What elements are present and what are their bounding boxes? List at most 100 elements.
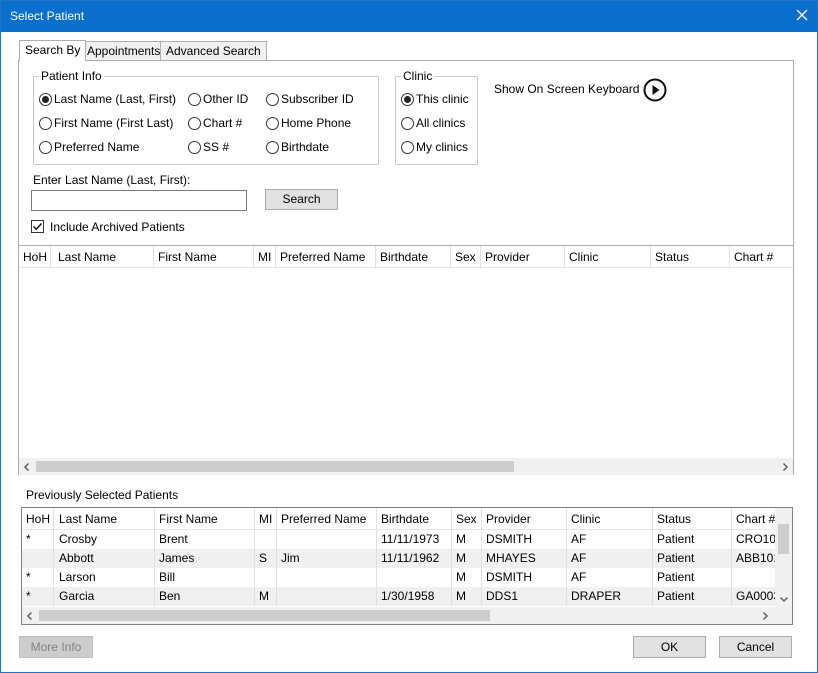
- scroll-thumb[interactable]: [39, 610, 490, 621]
- cell-hoh: *: [22, 568, 54, 587]
- col-hoh[interactable]: HoH: [19, 246, 51, 268]
- cell-preferred-name: [277, 587, 377, 606]
- radio-label: Last Name (Last, First): [54, 92, 177, 106]
- close-icon[interactable]: [794, 7, 810, 23]
- col-provider[interactable]: Provider: [481, 246, 565, 268]
- tab-label: Search By: [25, 43, 81, 57]
- scroll-right-icon[interactable]: [779, 461, 791, 473]
- cell-sex: M: [452, 568, 482, 587]
- col-sex[interactable]: Sex: [451, 246, 481, 268]
- col-status[interactable]: Status: [651, 246, 730, 268]
- scroll-right-icon[interactable]: [759, 610, 771, 622]
- more-info-button[interactable]: More Info: [19, 636, 93, 658]
- col-provider[interactable]: Provider: [482, 508, 567, 530]
- col-status[interactable]: Status: [653, 508, 732, 530]
- radio-circle: [401, 141, 414, 154]
- search-button[interactable]: Search: [265, 189, 338, 210]
- col-first-name[interactable]: First Name: [154, 246, 254, 268]
- radio-circle: [266, 117, 279, 130]
- previous-vertical-scrollbar[interactable]: [775, 508, 792, 607]
- patient-info-legend: Patient Info: [39, 69, 104, 83]
- tab-search-by[interactable]: Search By: [19, 40, 87, 61]
- radio-label: SS #: [203, 140, 230, 154]
- col-last-name[interactable]: Last Name: [54, 246, 154, 268]
- radio-label: Home Phone: [281, 116, 352, 130]
- cell-clinic: DRAPER: [567, 587, 653, 606]
- col-sex[interactable]: Sex: [452, 508, 482, 530]
- cell-sex: M: [452, 587, 482, 606]
- radio-label: All clinics: [416, 116, 466, 130]
- search-label: Enter Last Name (Last, First):: [33, 173, 191, 187]
- cell-status: Patient: [653, 587, 732, 606]
- ok-button[interactable]: OK: [633, 636, 706, 658]
- col-preferred-name[interactable]: Preferred Name: [276, 246, 376, 268]
- radio-circle: [188, 117, 201, 130]
- cell-birthdate: 1/30/1958: [377, 587, 452, 606]
- table-row[interactable]: * Larson Bill M DSMITH AF Patient: [22, 568, 775, 587]
- cell-first-name: James: [155, 549, 255, 568]
- col-chart-number[interactable]: Chart #: [730, 246, 793, 268]
- radio-circle: [401, 93, 414, 106]
- col-mi[interactable]: MI: [255, 508, 277, 530]
- tab-label: Appointments: [87, 44, 161, 58]
- scroll-thumb[interactable]: [778, 524, 789, 554]
- search-results-grid[interactable]: HoH Last Name First Name MI Preferred Na…: [19, 245, 793, 475]
- scroll-thumb[interactable]: [36, 461, 514, 472]
- cell-mi: [255, 568, 277, 587]
- col-last-name[interactable]: Last Name: [55, 508, 155, 530]
- cell-provider: DSMITH: [482, 568, 567, 587]
- scroll-left-icon[interactable]: [24, 610, 36, 622]
- cell-hoh: [22, 549, 54, 568]
- cell-first-name: Brent: [155, 530, 255, 549]
- search-input[interactable]: [31, 190, 247, 211]
- radio-circle: [266, 141, 279, 154]
- cell-last-name: Crosby: [55, 530, 155, 549]
- clinic-group: Clinic This clinic All clinics My clinic…: [395, 69, 478, 165]
- col-birthdate[interactable]: Birthdate: [377, 508, 452, 530]
- cell-clinic: AF: [567, 530, 653, 549]
- scroll-left-icon[interactable]: [21, 461, 33, 473]
- cell-last-name: Garcia: [55, 587, 155, 606]
- tab-advanced-search[interactable]: Advanced Search: [160, 41, 267, 60]
- include-archived-label: Include Archived Patients: [50, 220, 185, 234]
- cell-preferred-name: [277, 530, 377, 549]
- radio-label: Other ID: [203, 92, 249, 106]
- play-circle-icon[interactable]: [643, 78, 667, 102]
- cell-last-name: Larson: [55, 568, 155, 587]
- col-first-name[interactable]: First Name: [155, 508, 255, 530]
- results-horizontal-scrollbar[interactable]: [19, 458, 793, 475]
- radio-label: Birthdate: [281, 140, 330, 154]
- cell-first-name: Ben: [155, 587, 255, 606]
- cell-mi: M: [255, 587, 277, 606]
- table-row[interactable]: * Garcia Ben M 1/30/1958 M DDS1 DRAPER P…: [22, 587, 775, 606]
- col-mi[interactable]: MI: [254, 246, 276, 268]
- scroll-down-icon[interactable]: [778, 593, 790, 605]
- tab-appointments[interactable]: Appointments: [81, 41, 167, 60]
- radio-circle: [188, 93, 201, 106]
- previous-horizontal-scrollbar[interactable]: [22, 607, 775, 624]
- cell-provider: DDS1: [482, 587, 567, 606]
- col-preferred-name[interactable]: Preferred Name: [277, 508, 377, 530]
- col-clinic[interactable]: Clinic: [565, 246, 651, 268]
- radio-circle: [401, 117, 414, 130]
- cancel-button[interactable]: Cancel: [719, 636, 792, 658]
- col-birthdate[interactable]: Birthdate: [376, 246, 451, 268]
- previous-title: Previously Selected Patients: [26, 488, 179, 502]
- col-hoh[interactable]: HoH: [22, 508, 54, 530]
- cell-clinic: AF: [567, 568, 653, 587]
- cell-sex: M: [452, 530, 482, 549]
- col-clinic[interactable]: Clinic: [567, 508, 653, 530]
- col-chart-number[interactable]: Chart #: [732, 508, 775, 530]
- include-archived-checkbox[interactable]: [31, 220, 44, 233]
- cell-status: Patient: [653, 530, 732, 549]
- table-row[interactable]: Abbott James S Jim 11/11/1962 M MHAYES A…: [22, 549, 775, 568]
- select-patient-dialog: Select Patient Search By Appointments Ad…: [0, 0, 818, 673]
- radio-label: Preferred Name: [54, 140, 140, 154]
- patient-info-group: Patient Info Last Name (Last, First) Fir…: [33, 69, 379, 165]
- scroll-corner: [775, 607, 792, 624]
- cell-chart-number: ABB101: [736, 551, 775, 565]
- cell-hoh: *: [22, 587, 54, 606]
- keyboard-label: Show On Screen Keyboard: [494, 82, 640, 96]
- table-row[interactable]: * Crosby Brent 11/11/1973 M DSMITH AF Pa…: [22, 530, 775, 549]
- previous-patients-grid[interactable]: HoH Last Name First Name MI Preferred Na…: [21, 507, 793, 625]
